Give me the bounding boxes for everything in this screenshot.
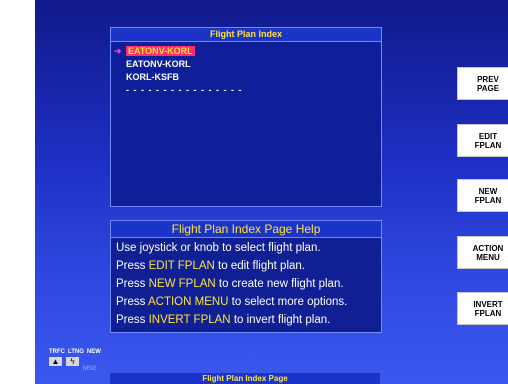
softkey-label: ACTION — [472, 243, 504, 253]
help-key-name: INVERT FPLAN — [148, 314, 231, 326]
help-text: to invert flight plan. — [230, 314, 331, 326]
softkey-label: INVERT — [473, 299, 503, 309]
help-text: to select more options. — [228, 296, 348, 308]
softkey-label: PREV — [477, 74, 499, 84]
lightning-label: LTNG — [68, 349, 84, 355]
new-fplan-softkey[interactable]: NEW FPLAN — [457, 179, 508, 212]
traffic-label: TRFC — [49, 349, 65, 355]
softkey-label: PAGE — [476, 83, 500, 93]
help-line: Press EDIT FPLAN to edit flight plan. — [116, 257, 381, 275]
softkey-label: EDIT — [478, 131, 498, 141]
help-line: Press NEW FPLAN to create new flight pla… — [116, 275, 381, 293]
softkey-label: FPLAN — [474, 140, 502, 150]
softkey-label: FPLAN — [474, 308, 502, 318]
edit-fplan-softkey[interactable]: EDIT FPLAN — [457, 124, 508, 157]
flight-plan-label: EATONV-KORL — [126, 59, 191, 69]
flight-plan-item[interactable]: EATONV-KORL — [114, 58, 242, 71]
selection-arrow-icon: ➔ — [114, 46, 122, 56]
help-panel: Flight Plan Index Page Help Use joystick… — [110, 220, 382, 333]
help-line: Press ACTION MENU to select more options… — [116, 293, 381, 311]
help-text: Press — [116, 314, 149, 326]
help-line: Use joystick or knob to select flight pl… — [116, 242, 321, 254]
help-line: Press INVERT FPLAN to invert flight plan… — [116, 311, 381, 329]
new-label: NEW — [86, 349, 101, 355]
help-text: to edit flight plan. — [214, 260, 305, 272]
message-indicator[interactable]: MSG — [83, 365, 97, 374]
index-title: Flight Plan Index — [111, 28, 381, 42]
lightning-icon[interactable]: ϟ — [66, 357, 79, 366]
flight-plan-item[interactable]: KORL-KSFB — [114, 71, 242, 84]
help-key-name: ACTION MENU — [147, 296, 229, 308]
softkey-label: NEW — [478, 186, 498, 196]
help-text: Press — [116, 278, 149, 290]
traffic-icon[interactable]: ▲ — [49, 357, 62, 366]
empty-plan-slot[interactable]: - - - - - - - - - - - - - - - - — [114, 84, 242, 97]
flight-plan-label: KORL-KSFB — [126, 72, 179, 82]
flight-plan-list: ➔ EATONV-KORL EATONV-KORL KORL-KSFB - - … — [114, 45, 242, 97]
help-lines: Use joystick or knob to select flight pl… — [111, 238, 381, 329]
prev-page-softkey[interactable]: PREV PAGE — [457, 67, 508, 100]
mfd-screen: Flight Plan Index ➔ EATONV-KORL EATONV-K… — [35, 0, 508, 384]
help-text: to create new flight plan. — [215, 278, 344, 290]
help-key-name: NEW FPLAN — [148, 278, 216, 290]
action-menu-softkey[interactable]: ACTION MENU — [457, 236, 508, 269]
help-title: Flight Plan Index Page Help — [111, 221, 381, 238]
invert-fplan-softkey[interactable]: INVERT FPLAN — [457, 292, 508, 325]
softkey-label: MENU — [476, 252, 500, 262]
flight-plan-item[interactable]: ➔ EATONV-KORL — [114, 45, 242, 58]
softkey-label: FPLAN — [474, 195, 502, 205]
flight-plan-label: EATONV-KORL — [126, 46, 195, 56]
help-text: Press — [116, 260, 149, 272]
help-text: Press — [116, 296, 148, 308]
flight-plan-index-panel: Flight Plan Index ➔ EATONV-KORL EATONV-K… — [110, 27, 382, 207]
help-key-name: EDIT FPLAN — [148, 260, 215, 272]
page-title-footer: Flight Plan Index Page — [110, 373, 380, 384]
empty-slot-dashes: - - - - - - - - - - - - - - - - — [126, 85, 243, 95]
